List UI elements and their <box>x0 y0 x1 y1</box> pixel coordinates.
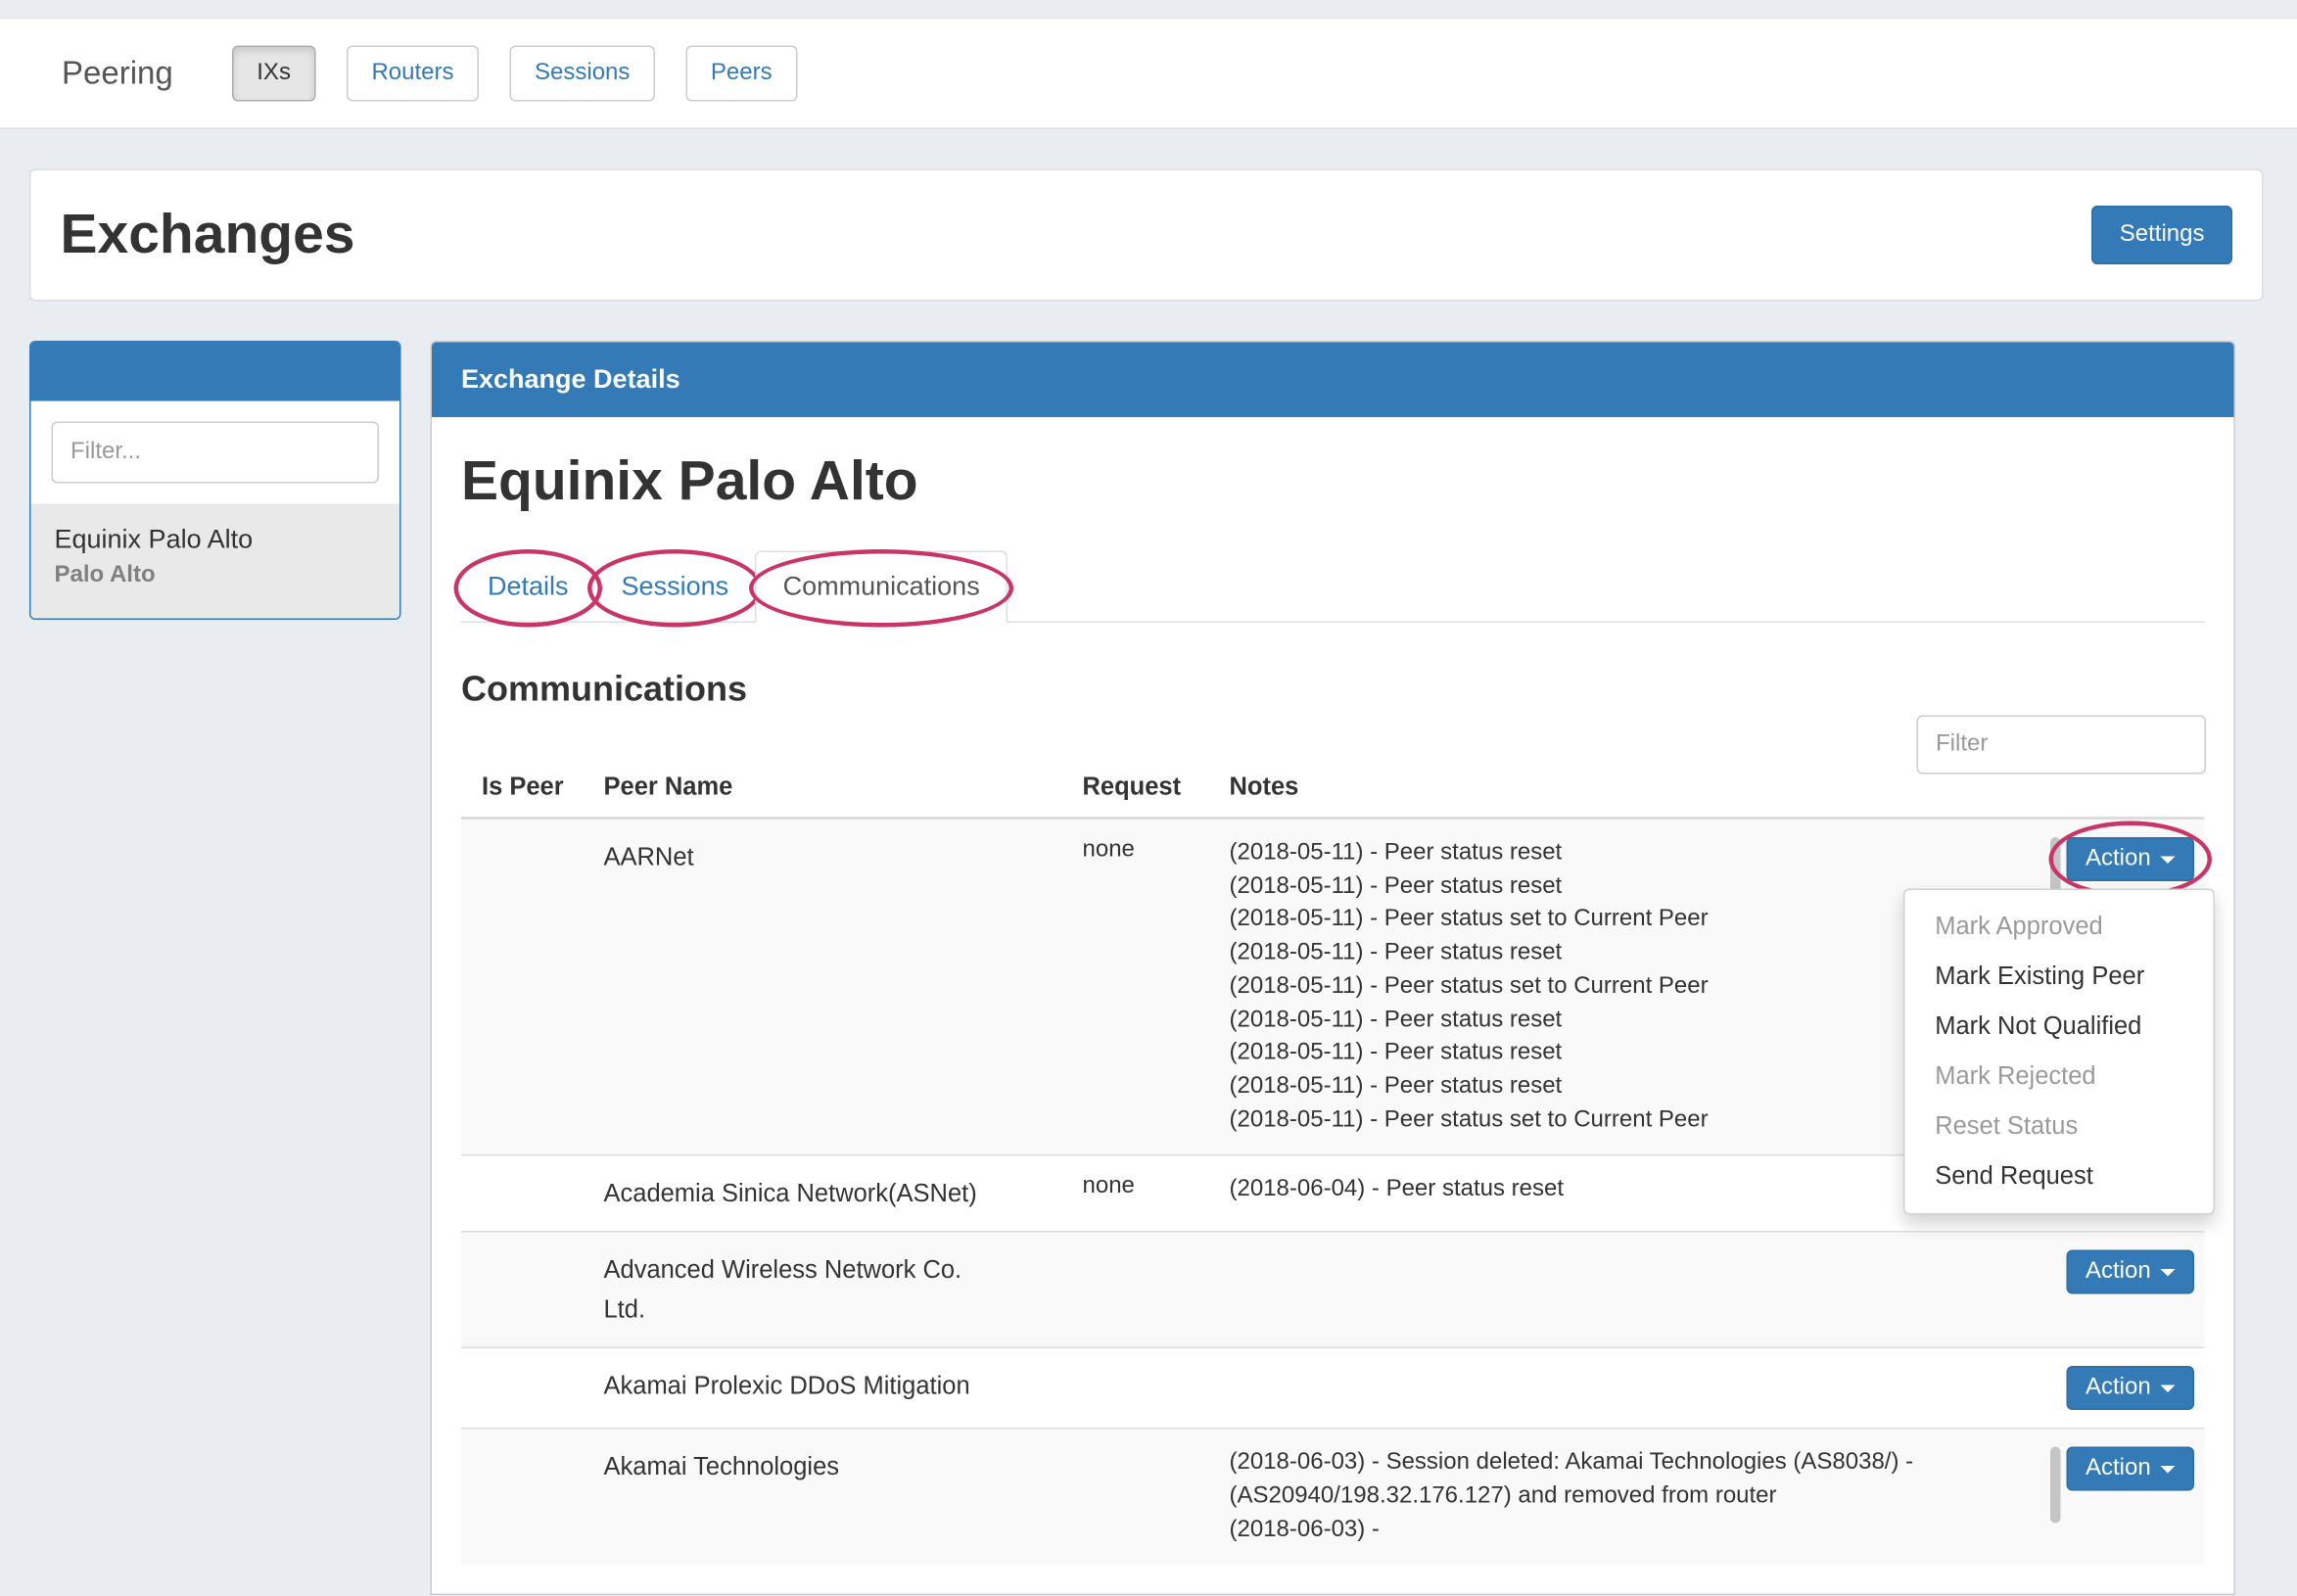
tab-details[interactable]: Details <box>461 552 595 622</box>
action-cell: Action Mark Approved Mark Existing Peer … <box>2067 820 2216 1154</box>
caret-down-icon <box>2161 1269 2176 1277</box>
table-row: Advanced Wireless Network Co. Ltd. Actio… <box>461 1231 2205 1347</box>
action-cell: Action <box>2067 1348 2216 1428</box>
notes-scrollbar-thumb[interactable] <box>2050 1447 2061 1524</box>
table-row: AARNet none (2018-05-11) - Peer status r… <box>461 820 2205 1154</box>
caret-down-icon <box>2161 856 2176 864</box>
nav-button-peers[interactable]: Peers <box>685 46 797 102</box>
navbar-brand: Peering <box>62 55 173 93</box>
table-row: Akamai Prolexic DDoS Mitigation Action <box>461 1347 2205 1429</box>
peer-name-cell: Akamai Technologies <box>604 1430 1083 1565</box>
peer-name-cell: AARNet <box>604 820 1083 1154</box>
tab-sessions-label: Sessions <box>622 572 729 601</box>
menu-item-mark-not-qualified[interactable]: Mark Not Qualified <box>1905 1002 2214 1052</box>
column-header-is-peer: Is Peer <box>482 755 604 817</box>
menu-item-mark-approved[interactable]: Mark Approved <box>1905 902 2214 952</box>
notes-cell <box>1230 1348 2067 1428</box>
is-peer-cell <box>482 1233 604 1347</box>
tab-details-label: Details <box>488 572 569 601</box>
action-dropdown: Action <box>2067 1366 2195 1410</box>
is-peer-cell <box>482 1156 604 1232</box>
exchange-location: Palo Alto <box>55 563 377 589</box>
action-dropdown: Action <box>2067 1250 2195 1294</box>
peer-name-cell: Advanced Wireless Network Co. Ltd. <box>604 1233 983 1347</box>
is-peer-cell <box>482 1348 604 1428</box>
action-dropdown-menu: Mark Approved Mark Existing Peer Mark No… <box>1904 889 2216 1215</box>
communications-table: Is Peer Peer Name Request Notes AARNet n… <box>461 755 2205 1565</box>
tab-communications[interactable]: Communications <box>755 551 1008 624</box>
menu-item-send-request[interactable]: Send Request <box>1905 1151 2214 1201</box>
tab-sessions[interactable]: Sessions <box>595 552 756 622</box>
menu-item-mark-existing-peer[interactable]: Mark Existing Peer <box>1905 952 2214 1002</box>
action-cell: Action <box>2067 1233 2216 1347</box>
nav-button-routers[interactable]: Routers <box>347 46 479 102</box>
table-row: Akamai Technologies (2018-06-03) - Sessi… <box>461 1428 2205 1565</box>
request-cell <box>1083 1430 1230 1565</box>
is-peer-cell <box>482 820 604 1154</box>
panel-header: Exchange Details <box>432 343 2234 418</box>
page: Peering IXs Routers Sessions Peers Excha… <box>0 0 2297 1527</box>
caret-down-icon <box>2161 1466 2176 1474</box>
page-header-panel: Exchanges Settings <box>29 169 2264 302</box>
action-button-label: Action <box>2086 1375 2151 1401</box>
column-header-peer-name: Peer Name <box>604 755 1083 817</box>
tab-communications-label: Communications <box>783 572 980 601</box>
action-dropdown: Action <box>2067 1447 2195 1491</box>
communications-filter-input[interactable] <box>1917 716 2207 775</box>
request-cell <box>1083 1233 1230 1347</box>
exchange-title: Equinix Palo Alto <box>461 449 2205 514</box>
tab-bar: Details Sessions Communications <box>461 543 2205 623</box>
action-cell: Action <box>2067 1430 2216 1565</box>
top-navbar: Peering IXs Routers Sessions Peers <box>0 18 2297 129</box>
request-cell <box>1083 1348 1230 1428</box>
exchange-list-header <box>31 343 400 401</box>
settings-button[interactable]: Settings <box>2091 206 2232 264</box>
peer-name-cell: Akamai Prolexic DDoS Mitigation <box>604 1348 1083 1428</box>
column-header-request: Request <box>1083 755 1230 817</box>
notes-cell <box>1230 1233 2067 1347</box>
caret-down-icon <box>2161 1385 2176 1392</box>
action-button[interactable]: Action <box>2067 1447 2195 1491</box>
exchange-filter-input[interactable] <box>52 422 380 484</box>
request-cell: none <box>1083 820 1230 1154</box>
menu-item-mark-rejected[interactable]: Mark Rejected <box>1905 1052 2214 1102</box>
notes-cell: (2018-06-03) - Session deleted: Akamai T… <box>1230 1430 2067 1565</box>
action-button-label: Action <box>2086 1259 2151 1286</box>
peer-name-cell: Academia Sinica Network(ASNet) <box>604 1156 1083 1232</box>
action-button-label: Action <box>2086 1456 2151 1482</box>
is-peer-cell <box>482 1430 604 1565</box>
notes-text: (2018-06-03) - Session deleted: Akamai T… <box>1230 1447 2038 1547</box>
action-button[interactable]: Action <box>2067 837 2195 881</box>
exchange-details-panel: Exchange Details Equinix Palo Alto Detai… <box>431 341 2236 1596</box>
page-title: Exchanges <box>61 204 355 267</box>
exchange-list-panel: Equinix Palo Alto Palo Alto <box>29 341 401 620</box>
nav-button-ixs[interactable]: IXs <box>232 46 316 102</box>
action-button-label: Action <box>2086 846 2151 872</box>
action-button[interactable]: Action <box>2067 1250 2195 1294</box>
section-title: Communications <box>461 670 2205 711</box>
action-button[interactable]: Action <box>2067 1366 2195 1410</box>
action-dropdown: Action Mark Approved Mark Existing Peer … <box>2067 837 2195 881</box>
exchange-name: Equinix Palo Alto <box>55 525 377 556</box>
menu-item-reset-status[interactable]: Reset Status <box>1905 1102 2214 1151</box>
nav-button-sessions[interactable]: Sessions <box>510 46 655 102</box>
exchange-list-item[interactable]: Equinix Palo Alto Palo Alto <box>31 504 400 619</box>
request-cell: none <box>1083 1156 1230 1232</box>
